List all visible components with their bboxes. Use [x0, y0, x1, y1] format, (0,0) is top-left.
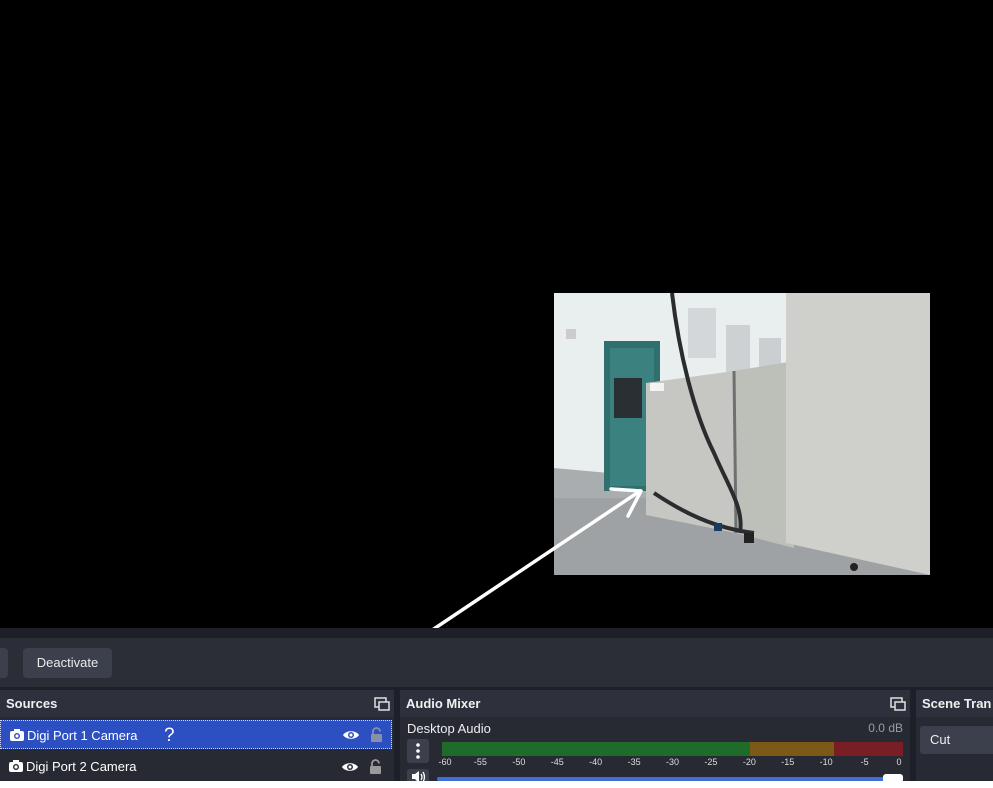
- partial-left-button[interactable]: [0, 648, 8, 678]
- meter-tick-label: -25: [704, 757, 718, 767]
- visibility-eye-icon[interactable]: [341, 761, 359, 773]
- meter-green-zone: [442, 742, 750, 756]
- deactivate-button[interactable]: Deactivate: [23, 648, 112, 678]
- meter-tick-label: -60: [438, 757, 452, 767]
- audio-mixer-dock: Audio Mixer Desktop Audio 0.0 dB -60 -55 -…: [400, 690, 910, 783]
- transition-select[interactable]: Cut: [920, 726, 993, 754]
- meter-tick-label: -35: [627, 757, 641, 767]
- source-label: Digi Port 2 Camera: [26, 759, 137, 774]
- scene-transitions-title-label: Scene Tran: [922, 696, 992, 711]
- camera-icon: [9, 760, 23, 772]
- sources-dock: Sources Digi Port 1 Camera ? Digi Port 2…: [0, 690, 394, 781]
- sources-title: Sources: [0, 690, 394, 717]
- channel-menu-button[interactable]: [407, 739, 429, 763]
- meter-tick-label: -55: [473, 757, 487, 767]
- window-bottom-edge: [0, 781, 993, 785]
- camera-scene-graphic: [554, 293, 930, 575]
- dock-area: Sources Digi Port 1 Camera ? Digi Port 2…: [0, 687, 993, 783]
- sources-title-label: Sources: [6, 696, 58, 711]
- transition-select-value: Cut: [930, 732, 951, 747]
- camera-icon: [10, 729, 24, 741]
- meter-tick-label: -15: [781, 757, 795, 767]
- meter-tick-label: -5: [860, 757, 869, 767]
- meter-tick-label: 0: [896, 757, 902, 767]
- meter-tick-label: -10: [819, 757, 833, 767]
- kebab-menu-icon: [416, 743, 420, 759]
- visibility-eye-icon[interactable]: [342, 729, 360, 741]
- meter-red-zone: [834, 742, 903, 756]
- meter-tick-label: -40: [589, 757, 603, 767]
- audio-mixer-title: Audio Mixer: [400, 690, 910, 717]
- preview-canvas[interactable]: [0, 0, 993, 628]
- undock-icon[interactable]: [374, 697, 390, 711]
- preview-divider[interactable]: [0, 628, 993, 638]
- source-row-digi-port-2[interactable]: Digi Port 2 Camera: [0, 752, 392, 781]
- lock-icon[interactable]: [369, 759, 382, 775]
- source-status-glyph: ?: [164, 725, 175, 746]
- channel-level: 0.0 dB: [868, 721, 903, 735]
- meter-scale: -60 -55 -50 -45 -40 -35 -30 -25 -20 -15 -10 -5 0: [438, 757, 903, 769]
- lock-icon[interactable]: [370, 727, 383, 743]
- channel-name: Desktop Audio: [407, 721, 491, 736]
- volume-meter: [442, 742, 903, 756]
- source-row-digi-port-1[interactable]: Digi Port 1 Camera ?: [0, 720, 392, 749]
- controls-bar: Deactivate: [0, 638, 993, 687]
- meter-tick-label: -30: [665, 757, 680, 767]
- scene-transitions-title: Scene Tran: [916, 690, 993, 717]
- undock-icon[interactable]: [890, 697, 906, 711]
- meter-tick-label: -45: [550, 757, 564, 767]
- source-label: Digi Port 1 Camera: [27, 728, 138, 743]
- meter-tick-label: -50: [512, 757, 526, 767]
- camera-feed-image[interactable]: [554, 293, 930, 575]
- scene-transitions-dock: Scene Tran Cut: [916, 690, 993, 781]
- meter-tick-label: -20: [742, 757, 756, 767]
- audio-mixer-title-label: Audio Mixer: [406, 696, 481, 711]
- meter-yellow-zone: [750, 742, 834, 756]
